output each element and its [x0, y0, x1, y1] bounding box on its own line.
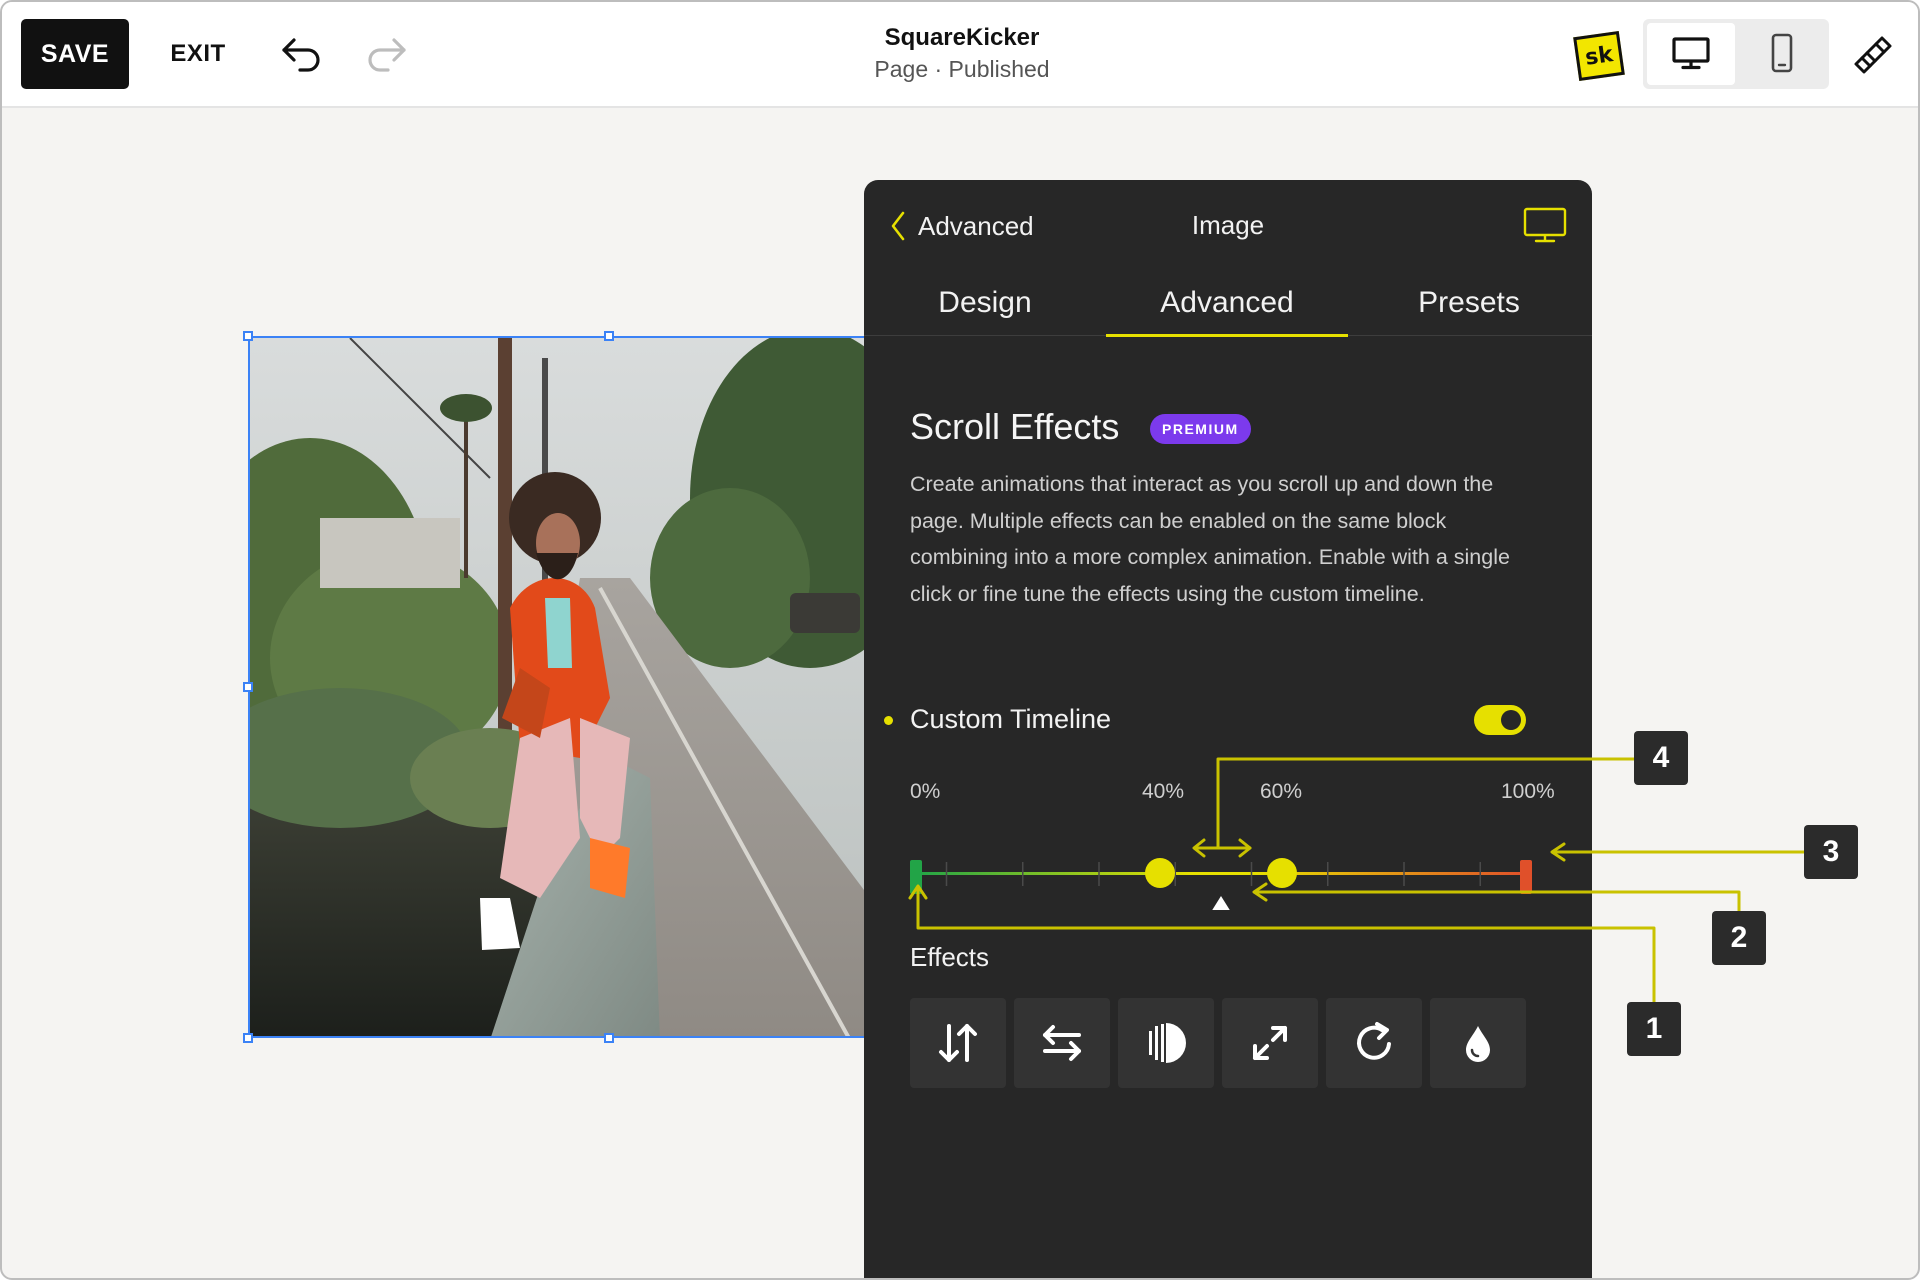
custom-timeline-label: Custom Timeline	[910, 704, 1112, 734]
timeline-track	[916, 872, 1526, 875]
mobile-view-button[interactable]	[1739, 23, 1825, 85]
tab-advanced[interactable]: Advanced	[1106, 270, 1348, 336]
effect-blur-button[interactable]	[1430, 998, 1526, 1088]
photo-man-orange-jacket	[250, 338, 866, 1036]
image-settings-panel: Advanced Image Design Advanced Presets S…	[864, 180, 1592, 1278]
resize-handle-bl[interactable]	[243, 1033, 253, 1043]
page-status: Page · Published	[874, 56, 1050, 82]
timeline-end-handle[interactable]	[1520, 860, 1532, 894]
back-label: Advanced	[918, 210, 1034, 241]
callout-1: 1	[1627, 1002, 1681, 1056]
paintbrush-icon[interactable]	[1850, 32, 1894, 76]
desktop-view-button[interactable]	[1647, 23, 1735, 85]
resize-handle-bm[interactable]	[604, 1033, 614, 1043]
timeline-handle-60[interactable]	[1267, 858, 1297, 888]
horizontal-move-icon	[1043, 1025, 1081, 1061]
callout-2: 2	[1712, 911, 1766, 965]
panel-title: Image	[1191, 210, 1265, 240]
custom-timeline-toggle[interactable]	[1474, 705, 1526, 735]
scale-icon	[1253, 1026, 1287, 1060]
section-title: Scroll Effects	[910, 406, 1120, 447]
resize-handle-tl[interactable]	[243, 331, 253, 341]
effect-horizontal-move-button[interactable]	[1014, 998, 1110, 1088]
tab-design[interactable]: Design	[864, 270, 1106, 336]
panel-tabs: Design Advanced Presets	[864, 270, 1592, 337]
effects-label: Effects	[910, 942, 990, 972]
active-tab-indicator	[1106, 334, 1348, 337]
save-button[interactable]: SAVE	[21, 19, 129, 89]
callout-3: 3	[1804, 825, 1858, 879]
logo-text: sk	[1583, 41, 1615, 71]
premium-badge: PREMIUM	[1150, 414, 1251, 444]
timeline-start-handle[interactable]	[910, 860, 922, 894]
toggle-knob	[1501, 710, 1521, 730]
back-button[interactable]: Advanced	[890, 206, 1034, 246]
blur-icon	[1466, 1026, 1490, 1062]
rotate-icon	[1357, 1022, 1391, 1060]
vertical-move-icon	[939, 1024, 977, 1062]
effect-opacity-button[interactable]	[1118, 998, 1214, 1088]
exit-button[interactable]: EXIT	[152, 19, 244, 89]
modified-indicator-dot	[884, 716, 893, 725]
resize-handle-ml[interactable]	[243, 682, 253, 692]
mobile-icon	[1771, 33, 1793, 72]
site-title: SquareKicker	[884, 24, 1040, 51]
editor-window: SAVE EXIT SquareKicker Page · Published …	[0, 0, 1920, 1280]
selected-image-block[interactable]	[248, 336, 868, 1038]
desktop-icon	[1672, 36, 1710, 69]
section-description: Create animations that interact as you s…	[910, 472, 1510, 606]
tab-presets[interactable]: Presets	[1348, 270, 1590, 336]
device-view-toggle	[1643, 19, 1829, 89]
chevron-left-icon	[891, 211, 905, 241]
monitor-icon[interactable]	[1522, 206, 1568, 244]
effect-vertical-move-button[interactable]	[910, 998, 1006, 1088]
effect-rotate-button[interactable]	[1326, 998, 1422, 1088]
timeline-playhead-marker	[1212, 896, 1230, 910]
opacity-icon	[1149, 1023, 1186, 1063]
effect-scale-button[interactable]	[1222, 998, 1318, 1088]
custom-timeline-slider[interactable]	[864, 800, 1592, 910]
timeline-handle-40[interactable]	[1145, 858, 1175, 888]
squarekicker-logo[interactable]: sk	[1573, 31, 1625, 81]
redo-icon[interactable]	[364, 34, 408, 74]
undo-icon[interactable]	[280, 34, 324, 74]
callout-4: 4	[1634, 731, 1688, 785]
resize-handle-tm[interactable]	[604, 331, 614, 341]
top-toolbar: SAVE EXIT SquareKicker Page · Published …	[2, 2, 1918, 108]
effects-grid	[910, 998, 1526, 1088]
